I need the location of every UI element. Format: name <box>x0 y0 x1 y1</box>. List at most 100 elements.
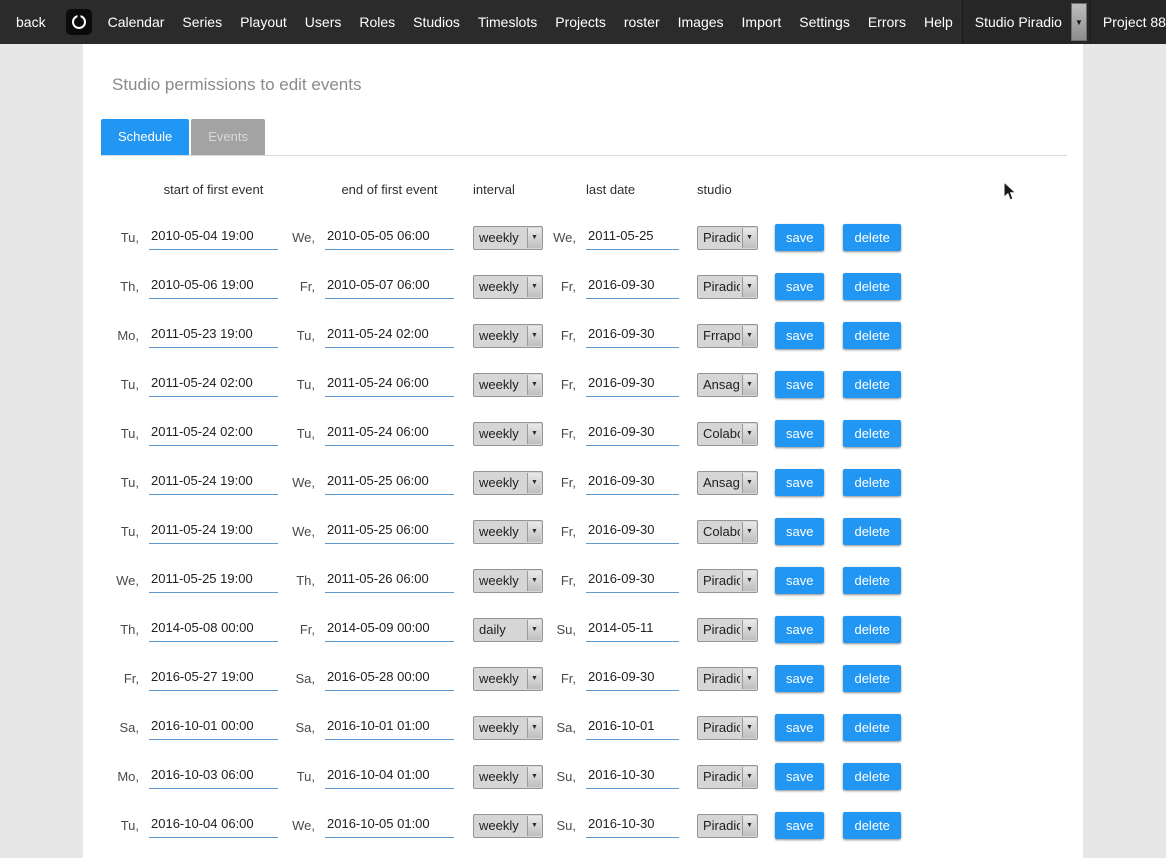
start-datetime-input[interactable] <box>149 569 278 593</box>
start-datetime-input[interactable] <box>149 814 278 838</box>
studio-select[interactable]: Piradio <box>697 667 758 691</box>
studio-select[interactable]: Piradio <box>697 814 758 838</box>
delete-button[interactable]: delete <box>843 322 900 349</box>
nav-item-calendar[interactable]: Calendar <box>99 0 174 44</box>
studio-select[interactable]: Frrapo <box>697 324 758 348</box>
last-date-input[interactable] <box>586 814 679 838</box>
delete-button[interactable]: delete <box>843 616 900 643</box>
start-datetime-input[interactable] <box>149 373 278 397</box>
delete-button[interactable]: delete <box>843 812 900 839</box>
interval-select[interactable]: weekly <box>473 765 543 789</box>
nav-item-help[interactable]: Help <box>915 0 962 44</box>
save-button[interactable]: save <box>775 518 824 545</box>
end-datetime-input[interactable] <box>325 618 454 642</box>
last-date-input[interactable] <box>586 618 679 642</box>
delete-button[interactable]: delete <box>843 714 900 741</box>
start-datetime-input[interactable] <box>149 324 278 348</box>
delete-button[interactable]: delete <box>843 763 900 790</box>
nav-item-studios[interactable]: Studios <box>404 0 469 44</box>
interval-select[interactable]: weekly <box>473 667 543 691</box>
studio-select[interactable]: Colabo <box>697 422 758 446</box>
save-button[interactable]: save <box>775 224 824 251</box>
save-button[interactable]: save <box>775 322 824 349</box>
delete-button[interactable]: delete <box>843 469 900 496</box>
start-datetime-input[interactable] <box>149 667 278 691</box>
end-datetime-input[interactable] <box>325 373 454 397</box>
end-datetime-input[interactable] <box>325 716 454 740</box>
delete-button[interactable]: delete <box>843 518 900 545</box>
nav-item-roles[interactable]: Roles <box>350 0 404 44</box>
delete-button[interactable]: delete <box>843 273 900 300</box>
studio-select[interactable]: Piradio <box>697 716 758 740</box>
delete-button[interactable]: delete <box>843 371 900 398</box>
last-date-input[interactable] <box>586 520 679 544</box>
nav-item-errors[interactable]: Errors <box>859 0 915 44</box>
interval-select[interactable]: weekly <box>473 226 543 250</box>
studio-select[interactable]: Colabo <box>697 520 758 544</box>
end-datetime-input[interactable] <box>325 814 454 838</box>
end-datetime-input[interactable] <box>325 275 454 299</box>
studio-select[interactable]: Piradio <box>697 275 758 299</box>
end-datetime-input[interactable] <box>325 226 454 250</box>
last-date-input[interactable] <box>586 373 679 397</box>
end-datetime-input[interactable] <box>325 667 454 691</box>
start-datetime-input[interactable] <box>149 765 278 789</box>
last-date-input[interactable] <box>586 226 679 250</box>
nav-item-images[interactable]: Images <box>669 0 733 44</box>
nav-item-projects[interactable]: Projects <box>546 0 615 44</box>
last-date-input[interactable] <box>586 471 679 495</box>
studio-dropdown[interactable]: Studio Piradio ▼ <box>962 0 1090 44</box>
nav-item-series[interactable]: Series <box>173 0 231 44</box>
start-datetime-input[interactable] <box>149 618 278 642</box>
save-button[interactable]: save <box>775 812 824 839</box>
interval-select[interactable]: weekly <box>473 275 543 299</box>
start-datetime-input[interactable] <box>149 520 278 544</box>
nav-item-import[interactable]: Import <box>733 0 791 44</box>
save-button[interactable]: save <box>775 371 824 398</box>
last-date-input[interactable] <box>586 765 679 789</box>
nav-item-playout[interactable]: Playout <box>231 0 296 44</box>
studio-select[interactable]: Piradio <box>697 226 758 250</box>
back-link[interactable]: back <box>0 0 59 44</box>
save-button[interactable]: save <box>775 567 824 594</box>
start-datetime-input[interactable] <box>149 226 278 250</box>
interval-select[interactable]: daily <box>473 618 543 642</box>
nav-item-users[interactable]: Users <box>296 0 351 44</box>
save-button[interactable]: save <box>775 714 824 741</box>
logo-icon[interactable] <box>59 0 99 44</box>
tab-schedule[interactable]: Schedule <box>101 119 189 155</box>
studio-select[interactable]: Piradio <box>697 618 758 642</box>
end-datetime-input[interactable] <box>325 422 454 446</box>
delete-button[interactable]: delete <box>843 567 900 594</box>
studio-select[interactable]: Ansage <box>697 471 758 495</box>
project-dropdown[interactable]: Project 88vier ▼ <box>1090 0 1166 44</box>
last-date-input[interactable] <box>586 569 679 593</box>
end-datetime-input[interactable] <box>325 324 454 348</box>
start-datetime-input[interactable] <box>149 471 278 495</box>
studio-select[interactable]: Piradio <box>697 765 758 789</box>
last-date-input[interactable] <box>586 324 679 348</box>
interval-select[interactable]: weekly <box>473 422 543 446</box>
end-datetime-input[interactable] <box>325 471 454 495</box>
last-date-input[interactable] <box>586 422 679 446</box>
interval-select[interactable]: weekly <box>473 471 543 495</box>
start-datetime-input[interactable] <box>149 275 278 299</box>
start-datetime-input[interactable] <box>149 716 278 740</box>
last-date-input[interactable] <box>586 716 679 740</box>
nav-item-timeslots[interactable]: Timeslots <box>469 0 546 44</box>
end-datetime-input[interactable] <box>325 569 454 593</box>
studio-select[interactable]: Ansage <box>697 373 758 397</box>
start-datetime-input[interactable] <box>149 422 278 446</box>
chevron-down-icon[interactable]: ▼ <box>1071 3 1087 41</box>
end-datetime-input[interactable] <box>325 765 454 789</box>
interval-select[interactable]: weekly <box>473 324 543 348</box>
delete-button[interactable]: delete <box>843 224 900 251</box>
last-date-input[interactable] <box>586 275 679 299</box>
end-datetime-input[interactable] <box>325 520 454 544</box>
save-button[interactable]: save <box>775 763 824 790</box>
studio-select[interactable]: Piradio <box>697 569 758 593</box>
tab-events[interactable]: Events <box>191 119 265 155</box>
interval-select[interactable]: weekly <box>473 814 543 838</box>
delete-button[interactable]: delete <box>843 420 900 447</box>
interval-select[interactable]: weekly <box>473 373 543 397</box>
